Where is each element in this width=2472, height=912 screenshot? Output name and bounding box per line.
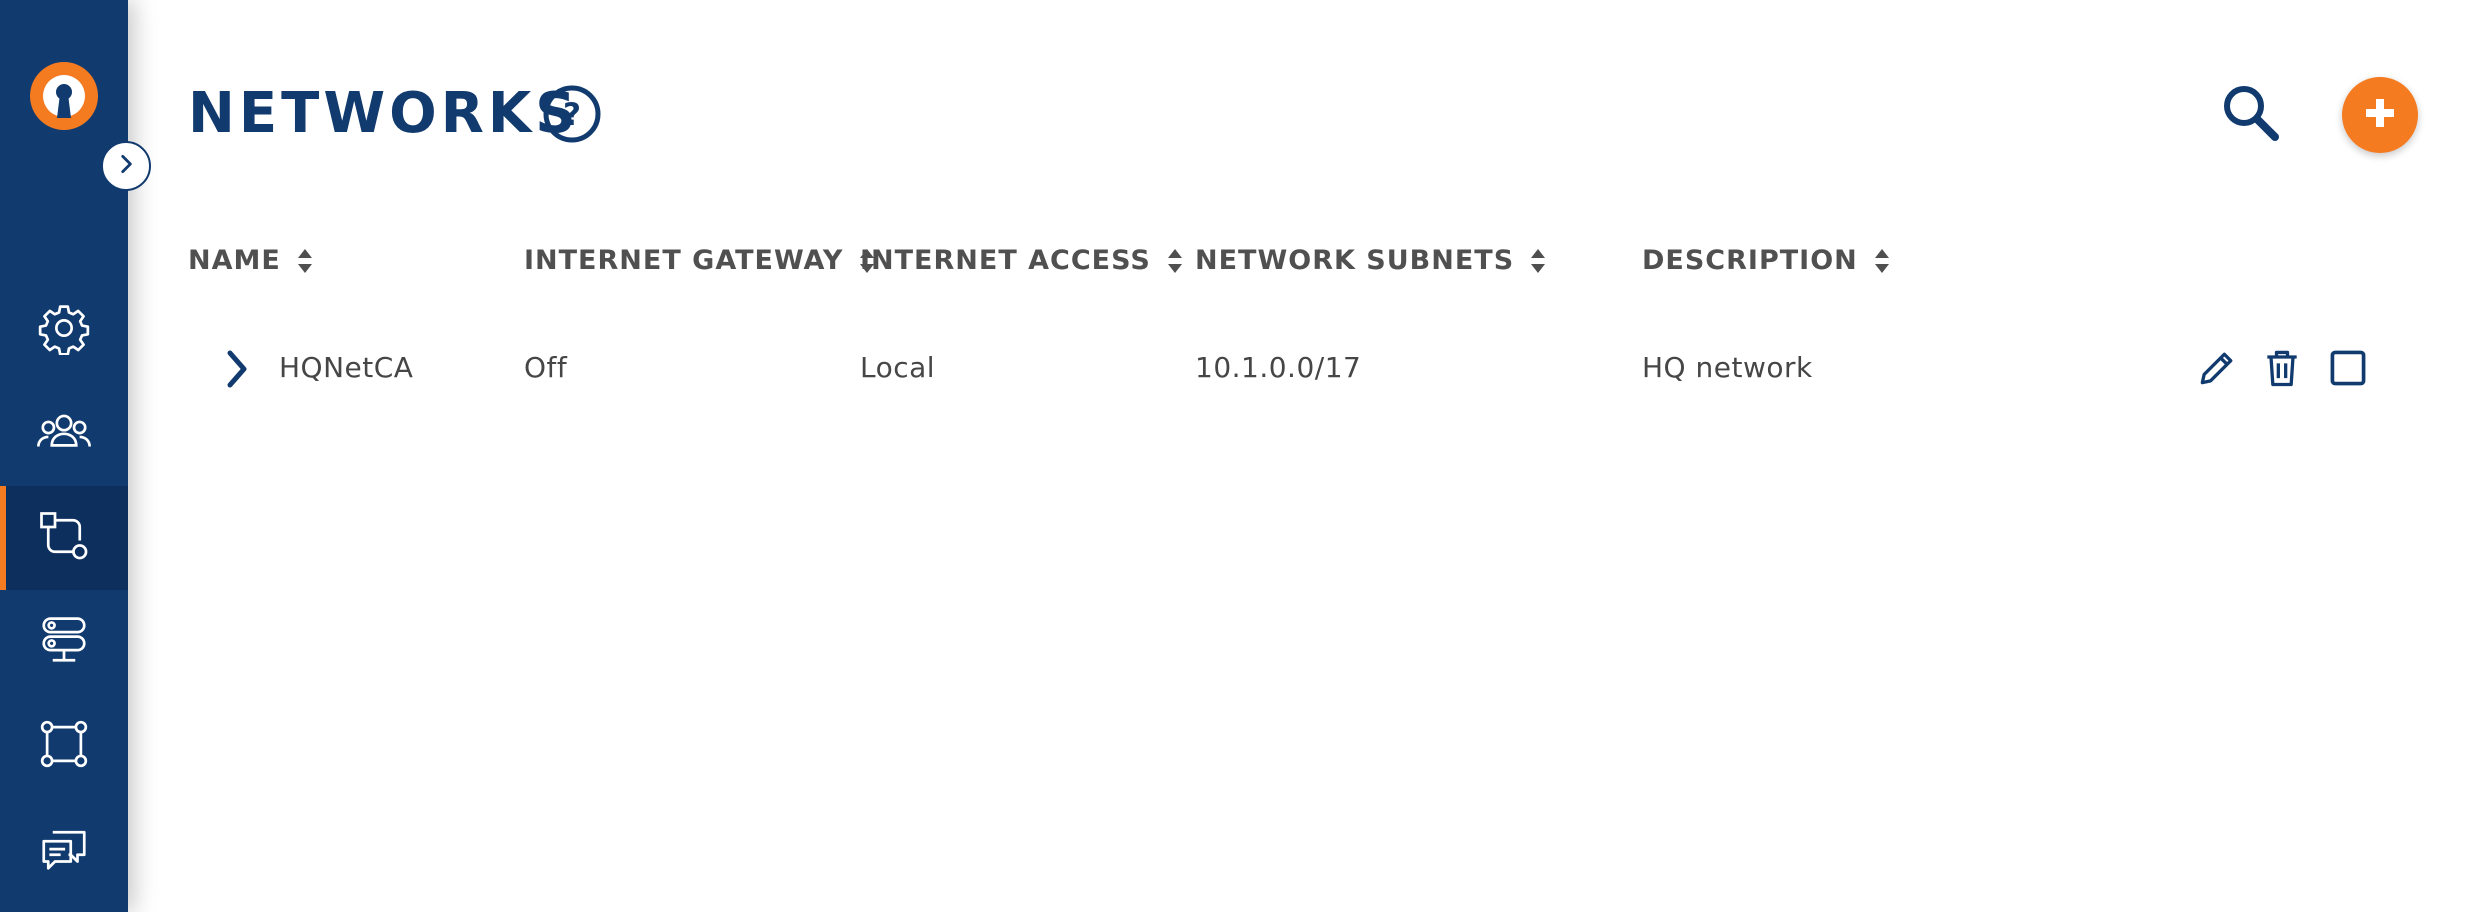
sidebar xyxy=(0,0,128,912)
help-circle-icon[interactable]: ? xyxy=(542,84,602,144)
checkbox-icon xyxy=(2326,350,2370,394)
nodes-icon xyxy=(37,717,91,775)
search-button[interactable] xyxy=(2218,80,2284,146)
delete-button[interactable] xyxy=(2260,346,2304,390)
search-icon xyxy=(2218,86,2284,150)
sidebar-item-servers[interactable] xyxy=(0,590,128,694)
server-icon xyxy=(37,613,91,671)
row-expand-button[interactable] xyxy=(222,347,252,391)
chat-icon xyxy=(37,821,91,879)
column-header-internet-gateway[interactable]: INTERNET GATEWAY xyxy=(524,244,875,278)
cell-name: HQNetCA xyxy=(279,351,414,384)
cell-internet-gateway: Off xyxy=(524,351,568,384)
trash-icon xyxy=(2260,350,2304,394)
sort-icon xyxy=(297,247,313,275)
chevron-right-icon xyxy=(222,350,252,395)
column-header-name[interactable]: NAME xyxy=(188,244,313,278)
cell-network-subnets: 10.1.0.0/17 xyxy=(1195,351,1362,384)
page-title: NETWORKS xyxy=(188,81,580,146)
select-checkbox[interactable] xyxy=(2326,346,2370,390)
edit-icon xyxy=(2195,352,2239,394)
sort-icon xyxy=(1874,247,1890,275)
sidebar-item-settings[interactable] xyxy=(0,278,128,382)
keyhole-logo-icon[interactable] xyxy=(28,60,100,132)
network-icon xyxy=(37,509,91,567)
sort-icon xyxy=(1530,247,1546,275)
column-header-network-subnets[interactable]: NETWORK SUBNETS xyxy=(1195,244,1546,278)
add-network-button[interactable] xyxy=(2342,77,2418,153)
edit-button[interactable] xyxy=(2195,346,2239,390)
gear-icon xyxy=(37,301,91,359)
plus-icon xyxy=(2363,96,2397,134)
users-icon xyxy=(35,405,93,463)
sidebar-item-topology[interactable] xyxy=(0,694,128,798)
cell-internet-access: Local xyxy=(860,351,936,384)
chevron-right-icon xyxy=(113,151,139,181)
sidebar-item-networks[interactable] xyxy=(0,486,128,590)
svg-text:?: ? xyxy=(563,97,581,133)
sidebar-item-support[interactable] xyxy=(0,798,128,902)
column-header-internet-access[interactable]: INTERNET ACCESS xyxy=(860,244,1183,278)
cell-description: HQ network xyxy=(1642,351,1813,384)
sort-icon xyxy=(1167,247,1183,275)
sidebar-expand-button[interactable] xyxy=(101,141,151,191)
column-header-description[interactable]: DESCRIPTION xyxy=(1642,244,1890,278)
sidebar-item-users[interactable] xyxy=(0,382,128,486)
